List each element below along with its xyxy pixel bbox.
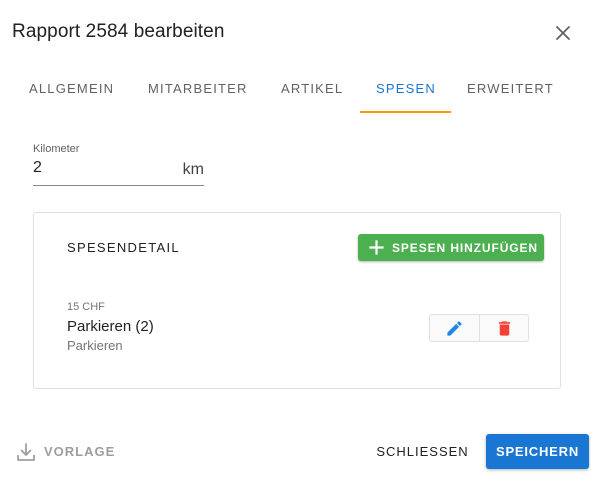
plus-icon xyxy=(369,240,384,255)
tab-mitarbeiter[interactable]: MITARBEITER xyxy=(148,72,248,112)
tab-allgemein[interactable]: ALLGEMEIN xyxy=(29,72,114,112)
spesen-card: SPESENDETAIL SPESEN HINZUFÜGEN 15 CHF Pa… xyxy=(33,212,561,389)
tab-erweitert[interactable]: ERWEITERT xyxy=(467,72,554,112)
active-tab-indicator xyxy=(360,111,451,113)
tab-spesen[interactable]: SPESEN xyxy=(376,72,436,112)
kilometer-field: km xyxy=(33,155,204,186)
spesen-item-category: Parkieren xyxy=(67,338,123,353)
tab-bar: ALLGEMEIN MITARBEITER ARTIKEL SPESEN ERW… xyxy=(0,72,591,114)
kilometer-input[interactable] xyxy=(33,159,163,177)
add-spesen-label: SPESEN HINZUFÜGEN xyxy=(392,241,538,255)
spesen-item-actions xyxy=(429,314,529,342)
spesen-item-price: 15 CHF xyxy=(67,301,105,313)
trash-icon xyxy=(498,321,511,336)
save-button[interactable]: SPEICHERN xyxy=(486,434,589,469)
dialog-title: Rapport 2584 bearbeiten xyxy=(12,21,225,42)
add-spesen-button[interactable]: SPESEN HINZUFÜGEN xyxy=(358,234,544,261)
delete-button[interactable] xyxy=(480,315,529,341)
vorlage-label: VORLAGE xyxy=(44,444,116,459)
edit-button[interactable] xyxy=(430,315,479,341)
pencil-icon xyxy=(447,321,462,336)
kilometer-unit: km xyxy=(182,161,204,178)
spesen-item-name: Parkieren (2) xyxy=(67,318,154,335)
close-icon[interactable] xyxy=(550,20,576,46)
close-button[interactable]: SCHLIESSEN xyxy=(370,436,475,468)
tab-artikel[interactable]: ARTIKEL xyxy=(281,72,343,112)
kilometer-label: Kilometer xyxy=(33,143,80,155)
download-icon xyxy=(17,443,35,461)
spesendetail-heading: SPESENDETAIL xyxy=(67,240,180,255)
